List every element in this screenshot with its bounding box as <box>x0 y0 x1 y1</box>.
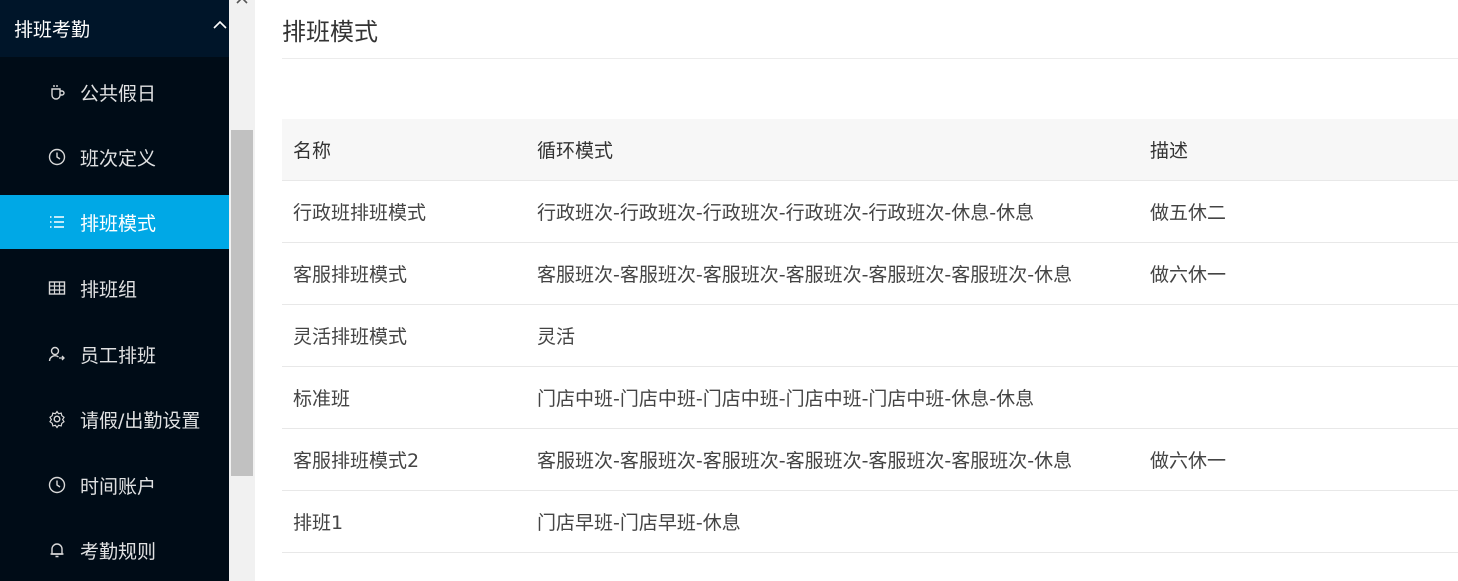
shift-pattern-table: 名称 循环模式 描述 行政班排班模式 行政班次-行政班次-行政班次-行政班次-行… <box>282 119 1458 553</box>
column-header-cycle-pattern: 循环模式 <box>526 119 1139 181</box>
cell-cycle-pattern: 客服班次-客服班次-客服班次-客服班次-客服班次-客服班次-休息 <box>526 242 1139 305</box>
cell-name: 行政班排班模式 <box>282 180 526 243</box>
sidebar-item-label: 考勤规则 <box>80 540 157 563</box>
main-content: 排班模式 名称 循环模式 描述 行政班排班模式 行政班次-行政班次-行政班次-行… <box>282 0 1458 581</box>
sidebar-scrollbar-thumb[interactable] <box>231 130 253 476</box>
sidebar-item-leave-attendance-settings[interactable]: 请假/出勤设置 <box>0 392 229 446</box>
cell-name: 排班1 <box>282 490 526 553</box>
sidebar-group-header[interactable]: 排班考勤 <box>0 0 229 57</box>
sidebar-item-public-holiday[interactable]: 公共假日 <box>0 65 229 119</box>
table-row[interactable]: 排班1 门店早班-门店早班-休息 <box>282 490 1458 553</box>
clock-icon <box>47 475 67 495</box>
page-title: 排班模式 <box>282 18 378 46</box>
list-icon <box>47 212 67 232</box>
cell-cycle-pattern: 行政班次-行政班次-行政班次-行政班次-行政班次-休息-休息 <box>526 180 1139 243</box>
gear-icon <box>47 409 67 429</box>
table-row[interactable]: 灵活排班模式 灵活 <box>282 304 1458 367</box>
sidebar-item-attendance-rules[interactable]: 考勤规则 <box>0 523 229 577</box>
title-divider <box>282 58 1458 59</box>
coffee-cup-icon <box>47 82 67 102</box>
table-row[interactable]: 客服排班模式2 客服班次-客服班次-客服班次-客服班次-客服班次-客服班次-休息… <box>282 428 1458 491</box>
column-header-description: 描述 <box>1139 119 1458 181</box>
clock-icon <box>47 147 67 167</box>
sidebar-item-label: 员工排班 <box>80 344 157 367</box>
cell-cycle-pattern: 门店中班-门店中班-门店中班-门店中班-门店中班-休息-休息 <box>526 366 1139 429</box>
cell-name: 客服排班模式 <box>282 242 526 305</box>
sidebar-item-label: 请假/出勤设置 <box>80 409 201 432</box>
cell-cycle-pattern: 门店早班-门店早班-休息 <box>526 490 1139 553</box>
sidebar-item-label: 排班模式 <box>80 212 157 235</box>
sidebar-item-label: 班次定义 <box>80 147 157 170</box>
cell-cycle-pattern: 灵活 <box>526 304 1139 367</box>
sidebar-item-label: 时间账户 <box>80 475 157 498</box>
cell-name: 标准班 <box>282 366 526 429</box>
sidebar-item-shift-pattern[interactable]: 排班模式 <box>0 195 229 249</box>
cell-description: 做六休一 <box>1139 428 1458 491</box>
table-grid-icon <box>47 278 67 298</box>
cell-description <box>1139 366 1458 429</box>
scroll-up-arrow-icon[interactable] <box>233 0 251 6</box>
table-row[interactable]: 行政班排班模式 行政班次-行政班次-行政班次-行政班次-行政班次-休息-休息 做… <box>282 180 1458 243</box>
cell-description: 做六休一 <box>1139 242 1458 305</box>
sidebar-item-label: 排班组 <box>80 278 138 301</box>
table-row[interactable]: 标准班 门店中班-门店中班-门店中班-门店中班-门店中班-休息-休息 <box>282 366 1458 429</box>
app-root: 排班考勤 公共假日 班次定义 排班模式 排班组 员工排班 请假/出勤设置 时间账… <box>0 0 1458 581</box>
sidebar-item-time-account[interactable]: 时间账户 <box>0 458 229 512</box>
sidebar-group-title: 排班考勤 <box>14 19 91 41</box>
column-header-name: 名称 <box>282 119 526 181</box>
sidebar-item-label: 公共假日 <box>80 82 157 105</box>
sidebar-item-employee-scheduling[interactable]: 员工排班 <box>0 327 229 381</box>
chevron-up-icon <box>213 20 227 29</box>
sidebar-item-shift-group[interactable]: 排班组 <box>0 261 229 315</box>
cell-name: 客服排班模式2 <box>282 428 526 491</box>
cell-description <box>1139 490 1458 553</box>
bell-icon <box>47 540 67 560</box>
cell-name: 灵活排班模式 <box>282 304 526 367</box>
cell-description: 做五休二 <box>1139 180 1458 243</box>
sidebar-item-shift-definition[interactable]: 班次定义 <box>0 130 229 184</box>
table-header-row: 名称 循环模式 描述 <box>282 119 1458 181</box>
table-row[interactable]: 客服排班模式 客服班次-客服班次-客服班次-客服班次-客服班次-客服班次-休息 … <box>282 242 1458 305</box>
user-switch-icon <box>47 344 67 364</box>
sidebar: 排班考勤 公共假日 班次定义 排班模式 排班组 员工排班 请假/出勤设置 时间账… <box>0 0 229 581</box>
cell-description <box>1139 304 1458 367</box>
cell-cycle-pattern: 客服班次-客服班次-客服班次-客服班次-客服班次-客服班次-休息 <box>526 428 1139 491</box>
